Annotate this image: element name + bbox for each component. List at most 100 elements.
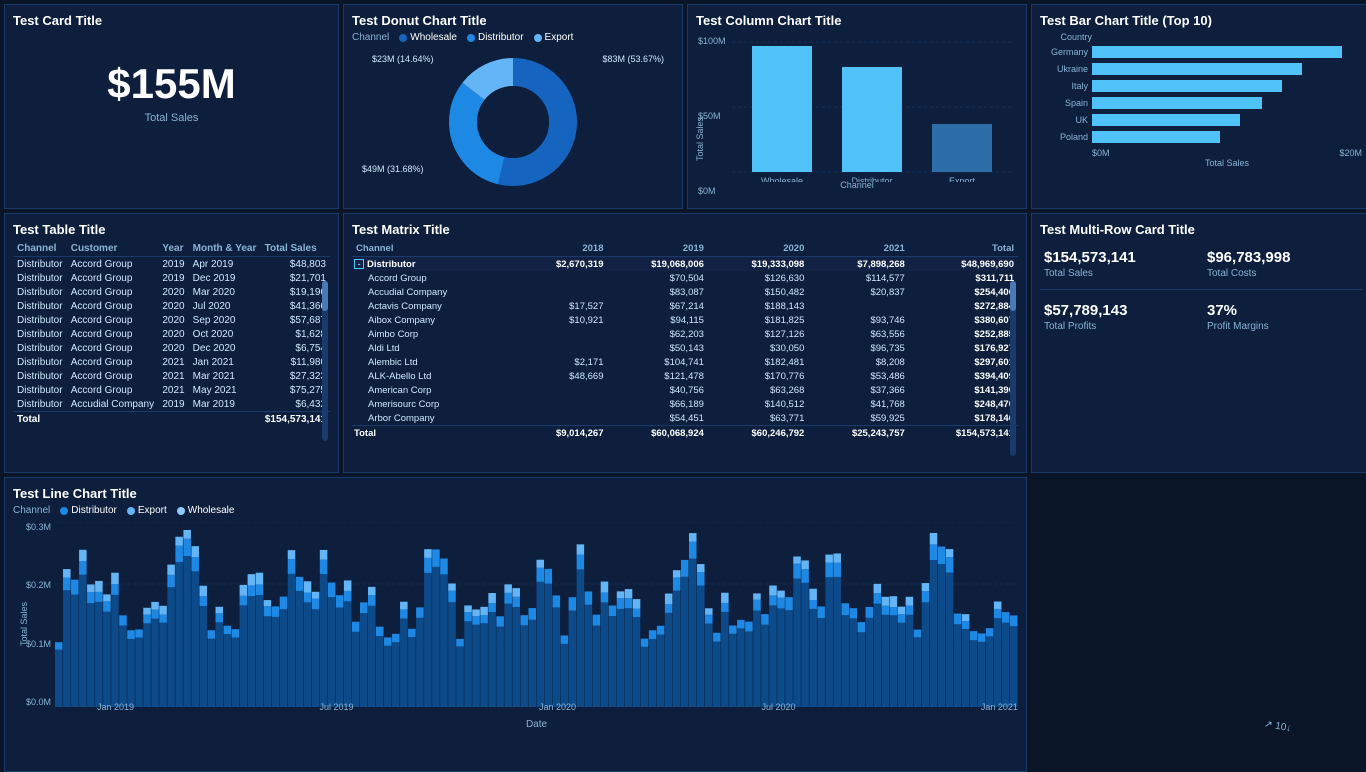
matrix-total-2019: $60,068,924	[607, 426, 707, 441]
multirow-profit-margins: 37% Profit Margins	[1203, 298, 1362, 336]
distributor-dot	[467, 34, 475, 42]
legend-export: Export	[534, 32, 574, 43]
matrix-col-total: Total	[909, 241, 1018, 257]
table-total-row: Total $154,573,141	[13, 412, 330, 427]
table-row: DistributorAccord Group2020Sep 2020$57,6…	[13, 313, 330, 327]
column-panel: Test Column Chart Title Total Sales $100…	[687, 4, 1027, 209]
multirow-total-sales: $154,573,141 Total Sales	[1040, 245, 1199, 283]
scrollbar-thumb[interactable]	[322, 281, 328, 311]
multirow-panel: Test Multi-Row Card Title $154,573,141 T…	[1031, 213, 1366, 473]
bar-panel: Test Bar Chart Title (Top 10) Country Ge…	[1031, 4, 1366, 209]
matrix-total-row: Total $9,014,267 $60,068,924 $60,246,792…	[352, 426, 1018, 441]
matrix-total-2018: $9,014,267	[516, 426, 608, 441]
table-row: DistributorAccord Group2020Mar 2020$19,1…	[13, 285, 330, 299]
wholesale-dot	[399, 34, 407, 42]
multirow-label-2: Total Profits	[1044, 321, 1195, 332]
bar-title: Test Bar Chart Title (Top 10)	[1040, 13, 1362, 28]
export-label: Export	[545, 32, 574, 43]
matrix-row: Accord Group$70,504$126,630$114,577$311,…	[352, 271, 1018, 285]
line-x-title: Date	[55, 719, 1018, 730]
export-dot	[534, 34, 542, 42]
multirow-total-costs: $96,783,998 Total Costs	[1203, 245, 1362, 283]
matrix-row: Aldi Ltd$50,143$30,050$96,735$176,927	[352, 341, 1018, 355]
line-x-labels: Jan 2019 Jul 2019 Jan 2020 Jul 2020 Jan …	[55, 702, 1018, 712]
matrix-total-grand: $154,573,141	[909, 426, 1018, 441]
multirow-value-1: $96,783,998	[1207, 249, 1358, 266]
multirow-title: Test Multi-Row Card Title	[1040, 222, 1362, 237]
matrix-row: Alembic Ltd$2,171$104,741$182,481$8,208$…	[352, 355, 1018, 369]
table-row: DistributorAccord Group2021Mar 2021$27,3…	[13, 369, 330, 383]
bar-row-poland: Poland	[1040, 131, 1362, 143]
total-value: $154,573,141	[261, 412, 330, 427]
table-panel: Test Table Title Channel Customer Year M…	[4, 213, 339, 473]
col-customer: Customer	[67, 241, 159, 257]
col-channel: Channel	[13, 241, 67, 257]
col-month: Month & Year	[189, 241, 261, 257]
table-row: DistributorAccord Group2021Jan 2021$11,9…	[13, 355, 330, 369]
line-chart-area: $0.3M $0.2M $0.1M $0.0M Total Sales	[13, 522, 1018, 732]
multirow-label-0: Total Sales	[1044, 268, 1195, 279]
table-row: DistributorAccudial Company2019Mar 2019$…	[13, 397, 330, 412]
matrix-table: Channel 2018 2019 2020 2021 Total -Distr…	[352, 241, 1018, 440]
multirow-value-2: $57,789,143	[1044, 302, 1195, 319]
bar-row-germany: Germany	[1040, 46, 1362, 58]
matrix-col-channel: Channel	[352, 241, 516, 257]
line-y-axis-title: Total Sales	[19, 602, 29, 646]
line-legend-wholesale: Wholesale	[177, 505, 235, 516]
legend-channel-label: Channel	[352, 32, 389, 43]
multirow-total-profits: $57,789,143 Total Profits	[1040, 298, 1199, 336]
column-x-title: Channel	[840, 180, 874, 190]
multirow-divider	[1040, 289, 1362, 290]
matrix-row: Actavis Company$17,527$67,214$188,143$27…	[352, 299, 1018, 313]
matrix-scrollbar-thumb[interactable]	[1010, 281, 1016, 311]
multirow-grid-2: $57,789,143 Total Profits 37% Profit Mar…	[1040, 298, 1362, 336]
donut-label-export: $23M (14.64%)	[372, 54, 434, 64]
legend-distributor: Distributor	[467, 32, 524, 43]
line-legend-distributor: Distributor	[60, 505, 117, 516]
matrix-total-2021: $25,243,757	[808, 426, 908, 441]
matrix-col-2019: 2019	[607, 241, 707, 257]
card-label: Total Sales	[13, 112, 330, 124]
empty-panel: ↗ 10↓	[1031, 477, 1366, 772]
matrix-total-2020: $60,246,792	[708, 426, 808, 441]
matrix-row: Amerisourc Corp$66,189$140,512$41,768$24…	[352, 397, 1018, 411]
matrix-row: American Corp$40,756$63,268$37,366$141,3…	[352, 383, 1018, 397]
table-scrollbar[interactable]	[322, 281, 328, 441]
bar-row-spain: Spain	[1040, 97, 1362, 109]
bar-x-title: Total Sales	[1040, 158, 1362, 168]
donut-label-wholesale: $83M (53.67%)	[602, 54, 664, 64]
bar-x-axis: $0M $20M	[1040, 148, 1362, 158]
column-title: Test Column Chart Title	[696, 13, 1018, 28]
matrix-row: Aimbo Corp$62,203$127,126$63,556$252,885	[352, 327, 1018, 341]
matrix-container: Channel 2018 2019 2020 2021 Total -Distr…	[352, 241, 1018, 466]
donut-label-distributor: $49M (31.68%)	[362, 164, 424, 174]
col-year: Year	[158, 241, 188, 257]
svg-text:Export: Export	[949, 176, 976, 182]
table-row: DistributorAccord Group2019Apr 2019$48,8…	[13, 257, 330, 272]
matrix-col-2018: 2018	[516, 241, 608, 257]
multirow-value-3: 37%	[1207, 302, 1358, 319]
multirow-value-0: $154,573,141	[1044, 249, 1195, 266]
wholesale-label: Wholesale	[410, 32, 457, 43]
matrix-row: Accudial Company$83,087$150,482$20,837$2…	[352, 285, 1018, 299]
line-bars	[55, 530, 1017, 707]
table-title: Test Table Title	[13, 222, 330, 237]
table-row: DistributorAccord Group2019Dec 2019$21,7…	[13, 271, 330, 285]
donut-legend: Channel Wholesale Distributor Export	[352, 32, 674, 43]
matrix-scrollbar[interactable]	[1010, 281, 1016, 456]
line-legend-export: Export	[127, 505, 167, 516]
legend-wholesale: Wholesale	[399, 32, 457, 43]
distributor-label: Distributor	[478, 32, 524, 43]
column-chart-area: Total Sales $100M $50M $0M Wholesale	[696, 32, 1018, 192]
matrix-col-2020: 2020	[708, 241, 808, 257]
donut-panel: Test Donut Chart Title Channel Wholesale…	[343, 4, 683, 209]
data-table: Channel Customer Year Month & Year Total…	[13, 241, 330, 426]
donut-svg	[443, 52, 583, 192]
multirow-grid: $154,573,141 Total Sales $96,783,998 Tot…	[1040, 245, 1362, 283]
donut-title: Test Donut Chart Title	[352, 13, 674, 28]
multirow-label-1: Total Costs	[1207, 268, 1358, 279]
bar-row-italy: Italy	[1040, 80, 1362, 92]
table-container: Channel Customer Year Month & Year Total…	[13, 241, 330, 451]
matrix-row: ALK-Abello Ltd$48,669$121,478$170,776$53…	[352, 369, 1018, 383]
table-row: DistributorAccord Group2020Dec 2020$6,75…	[13, 341, 330, 355]
